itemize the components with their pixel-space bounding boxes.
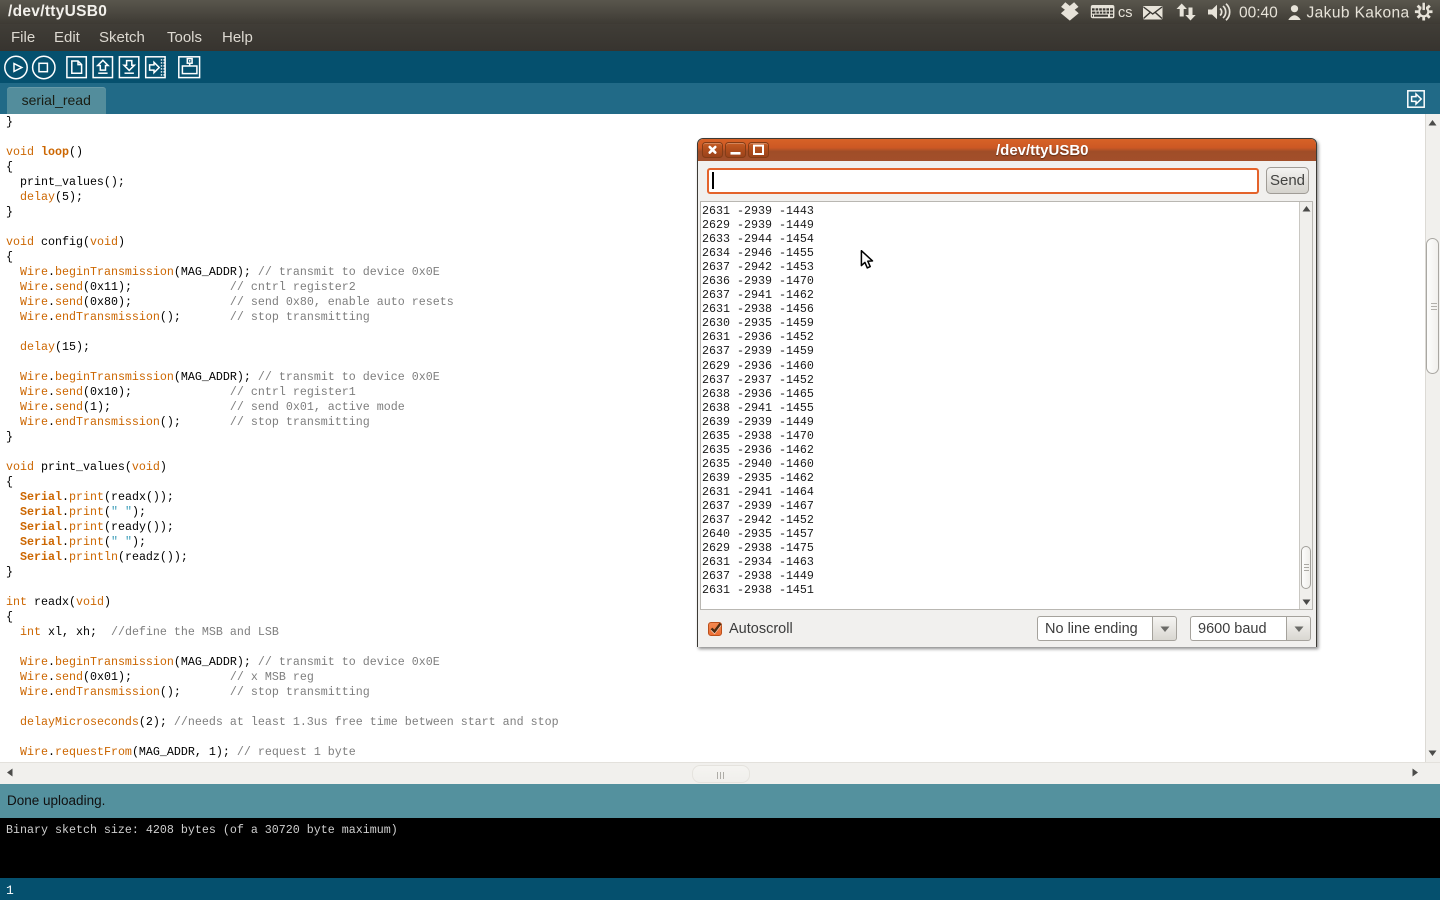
svg-text:Jakub Kakona: Jakub Kakona	[1307, 5, 1410, 22]
svg-text:00:40: 00:40	[1239, 5, 1278, 22]
svg-text:cs: cs	[1118, 5, 1133, 21]
